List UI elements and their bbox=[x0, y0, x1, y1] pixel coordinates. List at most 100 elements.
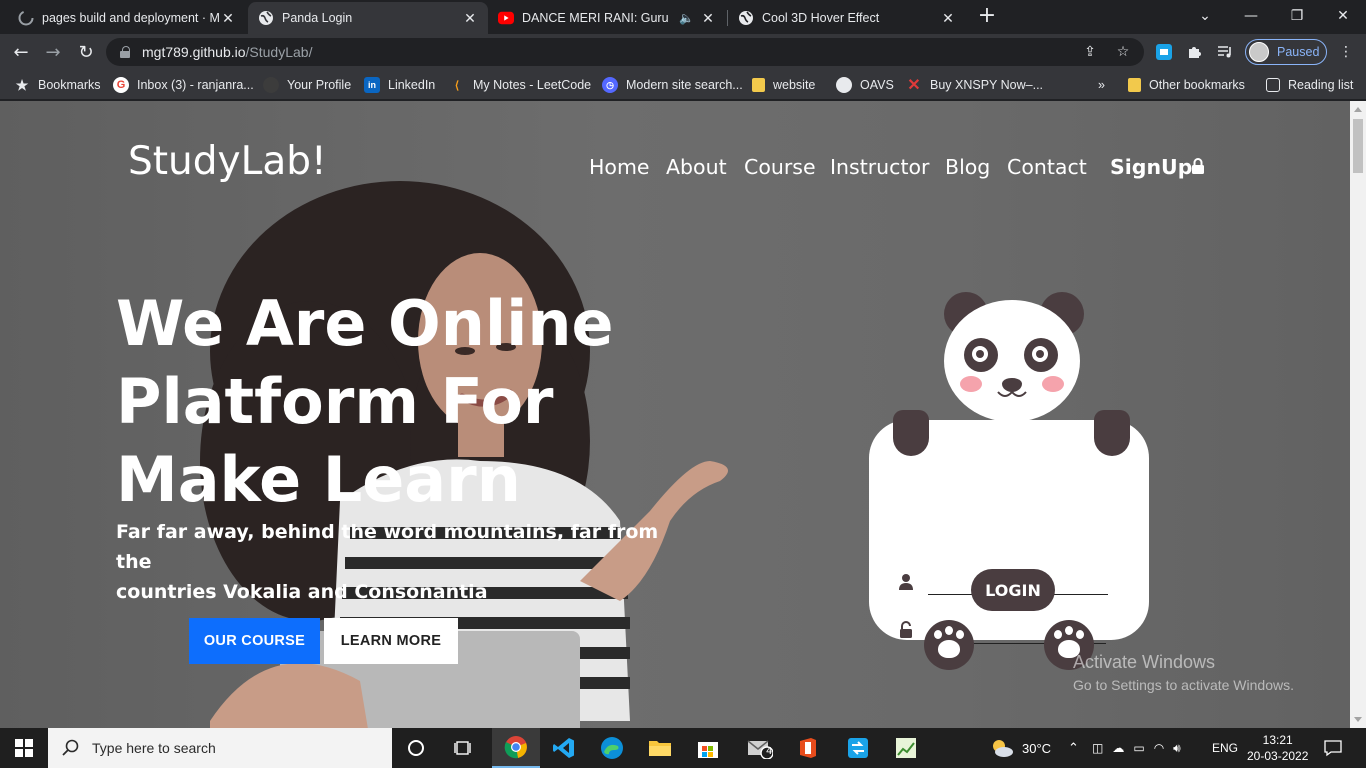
bookmark-oavs[interactable]: OAVS bbox=[836, 76, 894, 94]
new-tab-button[interactable]: + bbox=[976, 5, 998, 28]
microsoft-store-icon[interactable] bbox=[684, 728, 732, 768]
tab-github-pages[interactable]: pages build and deployment · M ✕ bbox=[8, 2, 246, 34]
bookmarks-overflow-button[interactable]: » bbox=[1098, 76, 1105, 94]
nav-course[interactable]: Course bbox=[744, 155, 816, 179]
hero-title: We Are Online Platform For Make Learn bbox=[116, 285, 736, 519]
nav-signup[interactable]: SignUp bbox=[1110, 155, 1192, 179]
minimize-button[interactable]: — bbox=[1228, 0, 1274, 32]
chart-app-icon[interactable] bbox=[882, 728, 930, 768]
bookmark-site-search[interactable]: ◷ Modern site search... bbox=[602, 76, 743, 94]
extension-app-icon[interactable] bbox=[1154, 42, 1174, 62]
bookmark-inbox[interactable]: G Inbox (3) - ranjanra... bbox=[113, 76, 254, 94]
bookmark-website[interactable]: website bbox=[752, 76, 815, 94]
url-path: /StudyLab/ bbox=[245, 44, 313, 60]
panda-hand-right bbox=[1094, 410, 1130, 456]
search-icon bbox=[62, 739, 79, 756]
lock-icon[interactable] bbox=[1191, 158, 1205, 174]
notifications-icon[interactable] bbox=[1324, 728, 1342, 768]
github-icon bbox=[18, 10, 34, 26]
login-button[interactable]: LOGIN bbox=[971, 569, 1055, 611]
mail-icon[interactable]: 4 bbox=[736, 728, 784, 768]
scroll-down-arrow-icon[interactable] bbox=[1354, 717, 1362, 722]
menu-kebab-icon[interactable]: ⋮ bbox=[1336, 42, 1356, 62]
close-icon[interactable]: ✕ bbox=[220, 10, 236, 27]
scroll-thumb[interactable] bbox=[1353, 119, 1363, 173]
bookmark-label: Bookmarks bbox=[38, 78, 101, 92]
our-course-button[interactable]: OUR COURSE bbox=[189, 618, 320, 664]
panda-eye-right bbox=[1024, 338, 1058, 372]
bookmark-label: Reading list bbox=[1288, 78, 1354, 92]
tab-search-chevron-icon[interactable]: ⌄ bbox=[1182, 0, 1228, 32]
remote-app-icon[interactable] bbox=[834, 728, 882, 768]
close-window-button[interactable]: ✕ bbox=[1320, 0, 1366, 32]
speaker-icon[interactable]: 🔈 bbox=[679, 11, 694, 25]
tab-panda-login[interactable]: Panda Login ✕ bbox=[248, 2, 488, 34]
star-icon[interactable]: ☆ bbox=[1113, 44, 1133, 60]
meet-now-icon[interactable]: ◫ bbox=[1092, 741, 1103, 755]
battery-icon[interactable]: ▭ bbox=[1133, 741, 1144, 755]
weather-widget[interactable]: 30°C bbox=[990, 728, 1051, 768]
lock-icon[interactable] bbox=[120, 46, 130, 58]
tab-3d-hover[interactable]: Cool 3D Hover Effect ✕ bbox=[728, 2, 966, 34]
nav-contact[interactable]: Contact bbox=[1007, 155, 1087, 179]
reload-button[interactable]: ↻ bbox=[74, 40, 98, 64]
extensions-puzzle-icon[interactable] bbox=[1184, 42, 1204, 62]
media-control-icon[interactable] bbox=[1215, 42, 1235, 62]
bookmark-label: My Notes - LeetCode bbox=[473, 78, 592, 92]
bookmark-linkedin[interactable]: in LinkedIn bbox=[364, 76, 435, 94]
close-icon[interactable]: ✕ bbox=[940, 10, 956, 27]
chrome-icon[interactable] bbox=[492, 728, 540, 768]
start-button[interactable] bbox=[0, 728, 48, 768]
bookmark-your-profile[interactable]: Your Profile bbox=[263, 76, 351, 94]
page-scrollbar[interactable] bbox=[1350, 101, 1366, 728]
nav-home[interactable]: Home bbox=[589, 155, 650, 179]
close-icon[interactable]: ✕ bbox=[462, 10, 478, 27]
scroll-up-arrow-icon[interactable] bbox=[1354, 107, 1362, 112]
task-view-icon[interactable] bbox=[440, 728, 488, 768]
taskbar-search-box[interactable]: Type here to search bbox=[48, 728, 392, 768]
reading-list-button[interactable]: Reading list bbox=[1266, 76, 1353, 94]
tab-youtube[interactable]: DANCE MERI RANI: Guru Ra 🔈 ✕ bbox=[488, 2, 726, 34]
brand-logo[interactable]: StudyLab! bbox=[128, 139, 327, 184]
weather-cloud-sun-icon bbox=[993, 740, 1013, 757]
wifi-icon[interactable]: ◠ bbox=[1154, 741, 1164, 755]
file-explorer-icon[interactable] bbox=[636, 728, 684, 768]
learn-more-button[interactable]: LEARN MORE bbox=[324, 618, 458, 664]
nav-blog[interactable]: Blog bbox=[945, 155, 990, 179]
profile-button[interactable]: Paused bbox=[1245, 39, 1327, 65]
bookmark-xnspy[interactable]: ✕ Buy XNSPY Now–... bbox=[906, 76, 1043, 94]
hero-title-line: We Are Online bbox=[116, 287, 614, 360]
cortana-icon[interactable] bbox=[392, 728, 440, 768]
overflow-chevron-icon: » bbox=[1098, 78, 1105, 92]
volume-icon[interactable]: 🔊︎ bbox=[1173, 741, 1181, 756]
bookmark-leetcode[interactable]: ⟨ My Notes - LeetCode bbox=[449, 76, 591, 94]
share-icon[interactable]: ⇪ bbox=[1080, 44, 1100, 60]
forward-button[interactable]: → bbox=[41, 40, 65, 64]
clock[interactable]: 13:21 20-03-2022 bbox=[1247, 728, 1308, 768]
browser-tab-strip: pages build and deployment · M ✕ Panda L… bbox=[0, 0, 1366, 34]
vscode-icon[interactable] bbox=[540, 728, 588, 768]
bookmarks-bar: ★ Bookmarks G Inbox (3) - ranjanra... Yo… bbox=[0, 70, 1366, 100]
bookmark-other-bookmarks[interactable]: Other bookmarks bbox=[1128, 76, 1245, 94]
bookmark-label: Your Profile bbox=[287, 78, 352, 92]
tray-icons: ◫ ☁ ▭ ◠ 🔊︎ bbox=[1092, 728, 1181, 768]
language-indicator[interactable]: ENG bbox=[1212, 728, 1238, 768]
tray-chevron-icon[interactable]: ⌃ bbox=[1068, 728, 1079, 768]
nav-instructor[interactable]: Instructor bbox=[830, 155, 929, 179]
linkedin-icon: in bbox=[364, 77, 380, 93]
address-bar[interactable]: mgt789.github.io/StudyLab/ ⇪ ☆ bbox=[106, 38, 1144, 66]
close-icon[interactable]: ✕ bbox=[700, 10, 716, 27]
back-button[interactable]: ← bbox=[9, 40, 33, 64]
hero-title-line: Make Learn bbox=[116, 443, 521, 516]
bookmark-label: Buy XNSPY Now–... bbox=[930, 78, 1044, 92]
restore-button[interactable]: ❐ bbox=[1274, 0, 1320, 32]
edge-icon[interactable] bbox=[588, 728, 636, 768]
office-icon[interactable] bbox=[784, 728, 832, 768]
onedrive-cloud-icon[interactable]: ☁ bbox=[1112, 741, 1124, 755]
mail-badge: 4 bbox=[766, 746, 773, 757]
leetcode-icon: ⟨ bbox=[454, 79, 460, 92]
bookmark-bookmarks[interactable]: ★ Bookmarks bbox=[14, 76, 101, 94]
browser-toolbar: ← → ↻ mgt789.github.io/StudyLab/ ⇪ ☆ Pau… bbox=[0, 34, 1366, 70]
google-icon: G bbox=[113, 77, 129, 93]
nav-about[interactable]: About bbox=[666, 155, 727, 179]
